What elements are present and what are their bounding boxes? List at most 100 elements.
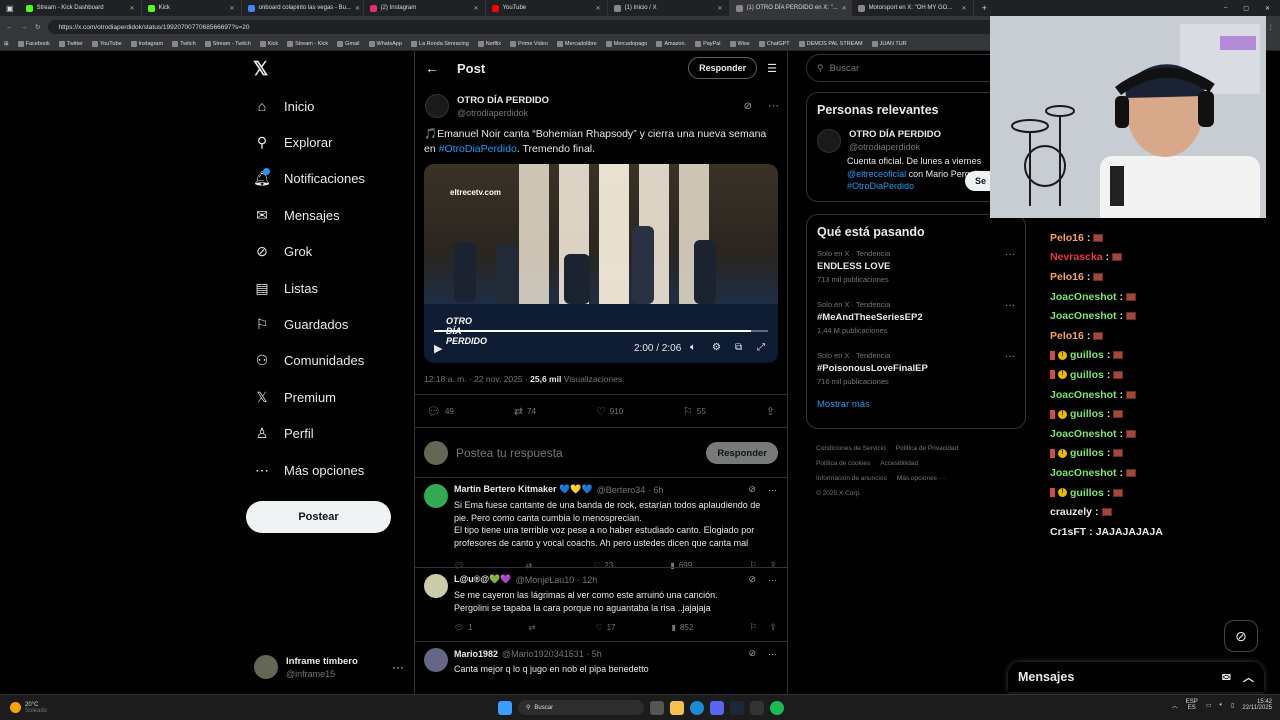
share-icon[interactable]: ⇪ [769,622,777,633]
browser-tab[interactable]: YouTube ✕ [486,0,608,16]
bookmark-item[interactable]: DEMOS PAL STREAM [798,41,863,47]
video-player[interactable]: eltrecetv.com OTRO DÍA PERDIDO ▶ 2:00 / … [424,164,778,363]
chat-username[interactable]: Nevrascka [1050,251,1103,263]
bookmark-item[interactable]: Twitter [58,41,83,47]
apps-icon[interactable]: ⊞ [4,41,9,47]
sidebar-item-grok[interactable]: ⊘ Grok [246,234,406,270]
close-icon[interactable]: ✕ [962,5,967,12]
weather-widget[interactable]: 20°C Soleado [0,702,120,714]
show-more-link[interactable]: Mostrar más [817,399,870,410]
footer-link[interactable]: Condiciones de Servicio [816,445,886,452]
close-icon[interactable]: ✕ [355,5,360,12]
maximize-icon[interactable]: ▢ [1243,5,1249,12]
reply-author-name[interactable]: L@u®@💚💜 [454,574,512,585]
reply-input[interactable]: Postea tu respuesta [456,446,698,460]
repost-action[interactable]: ⇄ [529,623,540,632]
close-icon[interactable]: ✕ [130,5,135,12]
taskbar-search[interactable]: ⚲ Buscar [518,700,644,715]
more-icon[interactable]: ··· [768,649,777,659]
back-icon[interactable]: ← [6,24,13,31]
comment-action[interactable]: 💬︎ 1 [454,623,473,632]
bookmark-item[interactable]: Kick [259,41,278,47]
reply-author-handle[interactable]: @Mario1920341531 · 5h [502,649,602,659]
bookmark-item[interactable]: Mercadolibre [556,41,597,47]
bio-hashtag-link[interactable]: #OtroDiaPerdido [847,181,914,191]
bookmark-action[interactable]: ⚐ 55 [683,405,706,418]
more-icon[interactable]: ··· [1005,300,1015,311]
battery-icon[interactable]: ▯ [1231,702,1234,709]
bio-mention-link[interactable]: @eltreceoficial [847,169,906,179]
settings-sliders-icon[interactable]: ☰ [767,62,777,75]
browser-tab[interactable]: Kick ✕ [142,0,242,16]
like-action[interactable]: ♡ 910 [596,405,623,418]
bookmark-item[interactable]: Stream - Kick [287,41,328,47]
chat-username[interactable]: JoacOneshot [1050,467,1117,479]
file-explorer-icon[interactable] [670,700,684,715]
post-button[interactable]: Postear [246,501,391,533]
relevant-avatar[interactable] [817,129,841,153]
reply-avatar[interactable] [424,648,448,672]
grok-icon[interactable]: ⊘ [748,484,756,495]
sidebar-item-comunidades[interactable]: ⚇ Comunidades [246,343,406,379]
reply-submit-button[interactable]: Responder [706,442,778,464]
chat-username[interactable]: JoacOneshot [1050,291,1117,303]
reply-author-handle[interactable]: @MonjeLau10 · 12h [516,575,598,585]
share-action[interactable]: ⇪ [766,405,775,418]
footer-link[interactable]: Más opciones ··· [897,475,945,482]
sidebar-item-mensajes[interactable]: ✉ Mensajes [246,197,406,233]
more-icon[interactable]: ··· [1005,249,1015,260]
volume-icon[interactable]: 🔈︎ [690,342,696,353]
bookmark-item[interactable]: Wise [729,41,750,47]
grok-icon[interactable]: ⊘ [744,101,752,112]
reply-author-handle[interactable]: @Bertero34 · 6h [597,485,664,495]
back-arrow-icon[interactable]: ← [425,60,439,76]
more-icon[interactable]: ··· [392,660,404,674]
discord-icon[interactable] [710,700,724,715]
reply-item[interactable]: L@u®@💚💜 @MonjeLau10 · 12h ⊘ ··· Se me cayero… [415,567,787,641]
new-tab-icon[interactable]: + [974,3,995,13]
browser-tab[interactable]: (2) Instagram ✕ [364,0,486,16]
grok-icon[interactable]: ⊘ [748,648,756,659]
chat-username[interactable]: guillos [1070,447,1104,459]
close-icon[interactable]: ✕ [230,5,235,12]
chat-username[interactable]: Pelo16 [1050,330,1084,342]
browser-tab[interactable]: (1) Inicio / X ✕ [608,0,730,16]
more-icon[interactable]: ··· [768,100,779,112]
clock-date[interactable]: 22/11/2025 [1242,705,1272,711]
chat-username[interactable]: Pelo16 [1050,271,1084,283]
spotify-icon[interactable] [770,700,784,715]
video-progress-track[interactable] [434,330,768,332]
bookmark-item[interactable]: YouTube [91,41,122,47]
edge-icon[interactable] [690,700,704,715]
browser-tab[interactable]: Stream - Kick Dashboard ✕ [20,0,142,16]
forward-icon[interactable]: → [21,24,28,31]
window-menu-icon[interactable]: ▣ [0,4,20,13]
hashtag-link[interactable]: #OtroDiaPerdido [439,143,517,155]
chevron-up-icon[interactable]: ︿ [1243,669,1254,685]
bookmark-item[interactable]: Stream - Twitch [204,41,251,47]
bookmark-icon[interactable]: ⚐ [749,622,757,633]
trend-item[interactable]: Solo en X · Tendencia #PoisonousLoveFinal… [817,351,1015,402]
chat-username[interactable]: JoacOneshot [1050,389,1117,401]
chat-username[interactable]: guillos [1070,408,1104,420]
reply-action[interactable]: 💬︎ 49 [427,405,454,418]
bookmark-item[interactable]: Gmail [337,41,360,47]
bookmark-item[interactable]: ChatGPT [758,41,790,47]
reply-item[interactable]: Martin Bertero Kitmaker 💙💛💙 @Bertero34 · … [415,477,787,570]
more-icon[interactable]: ··· [1005,351,1015,362]
close-window-icon[interactable]: ✕ [1265,5,1270,12]
reply-avatar[interactable] [424,574,448,598]
chat-username[interactable]: guillos [1070,349,1104,361]
footer-link[interactable]: Política de cookies [816,460,870,467]
footer-link[interactable]: Información de anuncios [816,475,887,482]
more-icon[interactable]: ··· [768,575,777,585]
author-name[interactable]: OTRO DÍA PERDIDO [457,95,549,106]
relevant-name[interactable]: OTRO DÍA PERDIDO [849,129,941,140]
grok-icon[interactable]: ⊘ [748,574,756,585]
chevron-up-icon[interactable]: ︿ [1172,701,1178,710]
grok-fab-button[interactable]: ⊘ [1224,620,1258,652]
close-icon[interactable]: ✕ [474,5,479,12]
views-action[interactable]: ▮ 852 [672,623,694,632]
chat-username[interactable]: Cr1sFT [1050,526,1086,538]
bookmark-item[interactable]: Instagram [130,41,163,47]
